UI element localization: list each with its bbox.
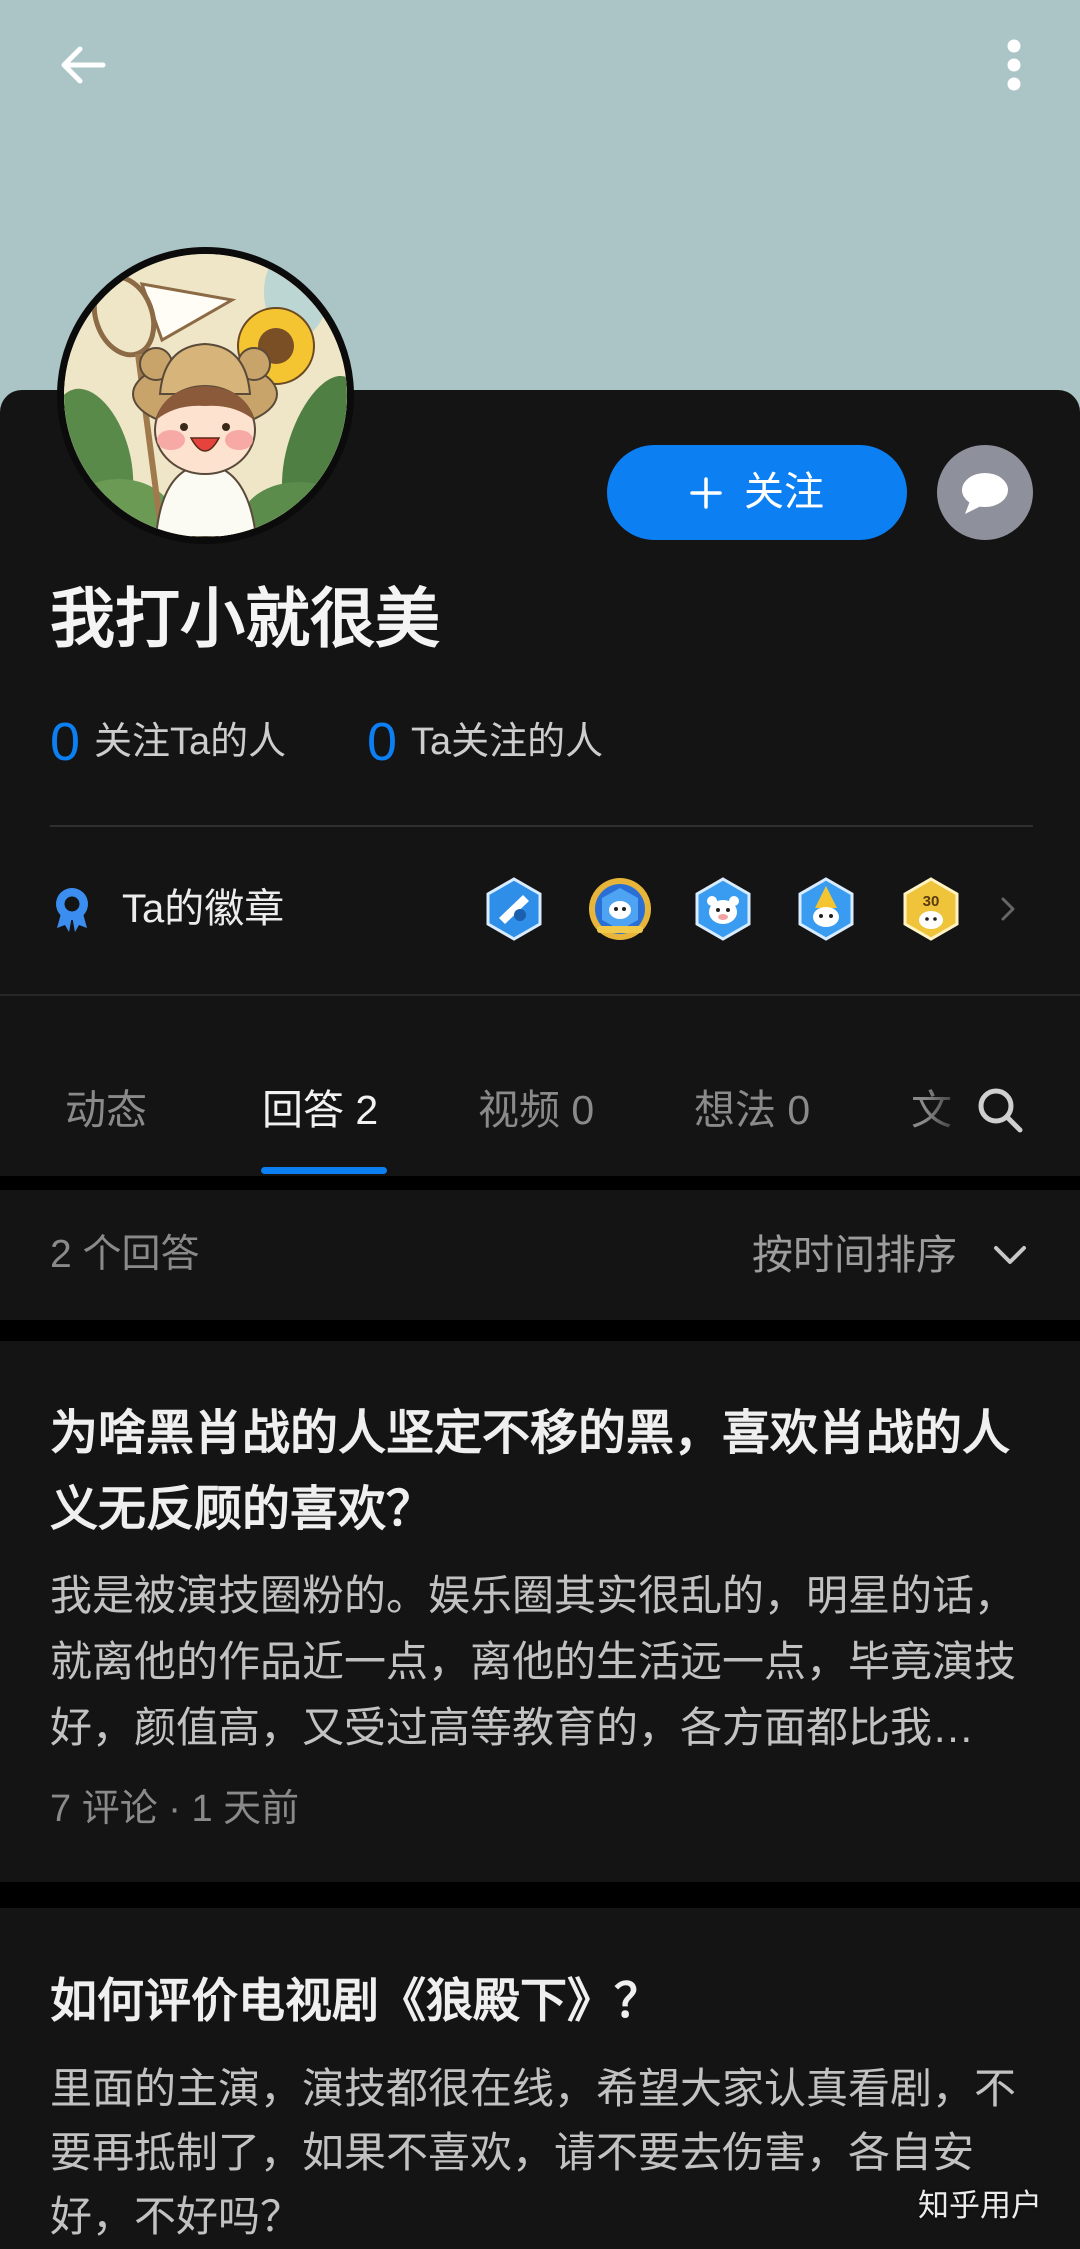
divider (50, 825, 1033, 827)
answer-title-line: 义无反顾的喜欢？ (50, 1483, 435, 1536)
followers-count: 0 (50, 712, 81, 772)
badge-gold-icon: 30 (903, 877, 959, 941)
badge-item[interactable] (481, 876, 547, 942)
svg-text:30: 30 (923, 893, 940, 910)
following-count: 0 (367, 712, 398, 772)
badge-item[interactable] (690, 876, 756, 942)
avatar-image (64, 254, 347, 537)
badge-mascot-icon (695, 877, 751, 941)
avatar[interactable] (57, 247, 354, 544)
badge-item[interactable] (587, 876, 653, 942)
answer-title-line: 如何评价电视剧《狼殿下》？ (50, 1974, 661, 2027)
tab-answers[interactable]: 回答 2 (262, 1080, 378, 1140)
back-button[interactable] (48, 30, 118, 100)
badge-party-hat-icon (798, 877, 854, 941)
chat-bubble-icon (962, 472, 1008, 514)
answer-excerpt: 里面的主演，演技都很在线，希望大家认真看剧，不 要再抵制了，如果不喜欢，请不要去… (50, 2057, 1016, 2249)
following-label: Ta关注的人 (411, 721, 604, 763)
profile-name: 我打小就很美 (50, 582, 441, 655)
answer-title: 为啥黑肖战的人坚定不移的黑，喜欢肖战的人 义无反顾的喜欢？ (50, 1396, 1010, 1548)
followers-stat[interactable]: 0 关注Ta的人 (50, 707, 286, 777)
chevron-right-icon[interactable] (998, 894, 1018, 924)
answer-title-line: 为啥黑肖战的人坚定不移的黑，喜欢肖战的人 (50, 1407, 1011, 1460)
answer-excerpt-line: 好，不好吗？ (50, 2193, 303, 2240)
followers-label: 关注Ta的人 (94, 721, 287, 763)
tab-thoughts[interactable]: 想法 0 (694, 1080, 810, 1140)
chevron-down-icon (994, 1246, 1026, 1264)
plus-icon (690, 476, 722, 509)
follow-button-label: 关注 (744, 470, 824, 514)
badge-ribbon-icon (56, 888, 88, 932)
badges-row[interactable]: Ta的徽章 30 (0, 864, 1080, 954)
badge-item[interactable]: 30 (898, 876, 964, 942)
sort-dropdown[interactable]: 按时间排序 (740, 1190, 1040, 1320)
answers-sort-bar: 2 个回答 按时间排序 (0, 1190, 1080, 1320)
more-options-button[interactable] (994, 30, 1034, 100)
badge-blue-icon (486, 877, 542, 941)
answer-meta: 7 评论 · 1 天前 (50, 1788, 300, 1830)
answer-excerpt-line: 里面的主演，演技都很在线，希望大家认真看剧，不 (50, 2065, 1017, 2112)
answer-card[interactable]: 为啥黑肖战的人坚定不移的黑，喜欢肖战的人 义无反顾的喜欢？ 我是被演技圈粉的。娱… (0, 1341, 1080, 1882)
arrow-left-icon (61, 46, 106, 84)
badges-label: Ta的徽章 (122, 887, 285, 931)
search-icon[interactable] (975, 1085, 1025, 1135)
answer-excerpt-line: 就离他的作品近一点，离他的生活远一点，毕竟演技 (50, 1638, 1017, 1685)
following-stat[interactable]: 0 Ta关注的人 (367, 707, 603, 777)
message-button[interactable] (937, 445, 1033, 540)
answers-count: 2 个回答 (50, 1233, 200, 1276)
answer-excerpt-line: 我是被演技圈粉的。娱乐圈其实很乱的，明星的话， (50, 1572, 1017, 1619)
answer-excerpt: 我是被演技圈粉的。娱乐圈其实很乱的，明星的话， 就离他的作品近一点，离他的生活远… (50, 1563, 1016, 1761)
answer-excerpt-line: 要再抵制了，如果不喜欢，请不要去伤害，各自安 (50, 2129, 975, 2176)
more-vertical-icon (1007, 39, 1021, 91)
tab-videos[interactable]: 视频 0 (478, 1080, 594, 1140)
answer-title: 如何评价电视剧《狼殿下》？ (50, 1963, 661, 2039)
tab-activity[interactable]: 动态 (65, 1080, 147, 1140)
sort-dropdown-label: 按时间排序 (752, 1232, 957, 1278)
answer-excerpt-line: 好，颜值高，又受过高等教育的，各方面都比我… (50, 1704, 975, 1751)
follow-button[interactable]: 关注 (607, 445, 907, 540)
section-divider (0, 994, 1080, 996)
active-tab-indicator (261, 1167, 387, 1174)
badge-laurel-icon (589, 878, 651, 940)
watermark: 知乎用户 (918, 2188, 1042, 2223)
badge-item[interactable] (793, 876, 859, 942)
